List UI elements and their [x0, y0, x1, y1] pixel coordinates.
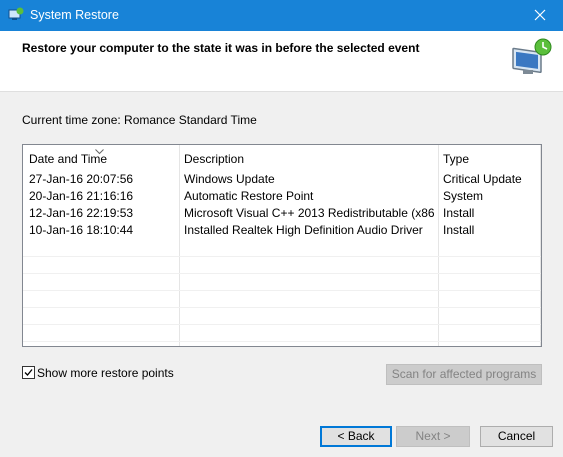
row-description: Automatic Restore Point	[184, 189, 314, 203]
grid-line	[23, 256, 541, 257]
grid-line	[23, 290, 541, 291]
title-bar[interactable]: System Restore	[0, 0, 563, 31]
row-description: Installed Realtek High Definition Audio …	[184, 223, 423, 237]
row-type: Install	[443, 206, 475, 220]
header-text: Restore your computer to the state it wa…	[22, 41, 420, 55]
row-type: System	[443, 189, 484, 203]
row-description: Windows Update	[184, 172, 275, 186]
header-panel: Restore your computer to the state it wa…	[0, 31, 563, 92]
close-icon	[534, 9, 546, 21]
table-row[interactable]: 10-Jan-16 18:10:44 Installed Realtek Hig…	[23, 222, 541, 239]
table-row[interactable]: 12-Jan-16 22:19:53 Microsoft Visual C++ …	[23, 205, 541, 222]
timezone-label: Current time zone: Romance Standard Time	[22, 113, 257, 127]
cancel-button[interactable]: Cancel	[480, 426, 553, 447]
show-more-label[interactable]: Show more restore points	[37, 366, 174, 380]
system-restore-icon	[8, 7, 24, 23]
row-date: 27-Jan-16 20:07:56	[29, 172, 134, 186]
column-header-description[interactable]: Description	[184, 152, 244, 166]
grid-line	[23, 324, 541, 325]
window-title: System Restore	[30, 8, 119, 22]
grid-line	[23, 307, 541, 308]
grid-line	[23, 341, 541, 342]
row-description: Microsoft Visual C++ 2013 Redistributabl…	[184, 206, 434, 220]
scan-affected-programs-button[interactable]: Scan for affected programs	[386, 364, 542, 385]
row-date: 10-Jan-16 18:10:44	[29, 223, 134, 237]
back-button[interactable]: < Back	[320, 426, 392, 447]
column-header-type[interactable]: Type	[443, 152, 469, 166]
restore-points-list[interactable]: Date and Time Description Type 27-Jan-16…	[22, 144, 542, 347]
close-button[interactable]	[517, 0, 563, 31]
next-button[interactable]: Next >	[396, 426, 470, 447]
row-type: Install	[443, 223, 475, 237]
table-row[interactable]: 20-Jan-16 21:16:16 Automatic Restore Poi…	[23, 188, 541, 205]
sort-indicator-icon	[95, 145, 104, 158]
row-type: Critical Update	[443, 172, 522, 186]
table-row[interactable]: 27-Jan-16 20:07:56 Windows Update Critic…	[23, 171, 541, 188]
grid-line	[23, 273, 541, 274]
table-header: Date and Time Description Type	[23, 145, 541, 171]
checkbox-box[interactable]	[22, 366, 35, 379]
restore-computer-icon	[510, 36, 554, 83]
row-date: 12-Jan-16 22:19:53	[29, 206, 134, 220]
row-date: 20-Jan-16 21:16:16	[29, 189, 134, 203]
checkmark-icon	[24, 369, 33, 376]
